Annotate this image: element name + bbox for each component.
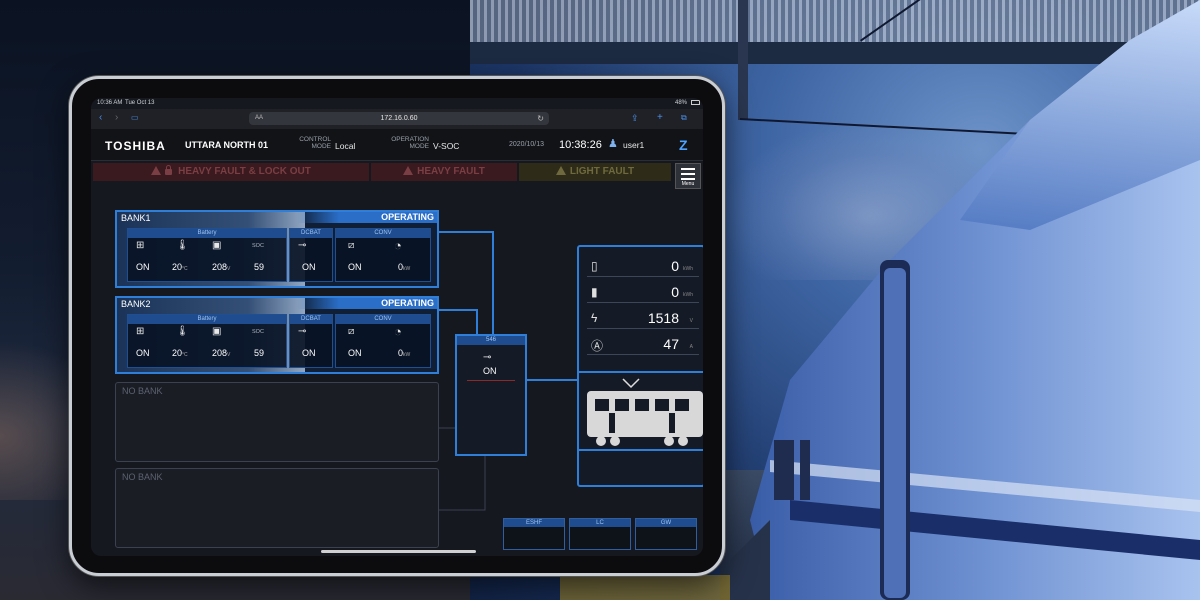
bank-panel[interactable]: BANK2 OPERATING Battery ⊞ 🌡 ▣ SOC ON 20°… — [115, 296, 439, 374]
bank-title: BANK2 — [121, 299, 151, 309]
battery-voltage: 208V — [212, 262, 231, 272]
hero-scene: 10:36 AM Tue Oct 13 48% ‹ › ▭ AA 172.16.… — [0, 0, 1200, 600]
breaker-icon: ⊸ — [298, 240, 307, 251]
conv-state: ON — [348, 262, 362, 272]
bank-status: OPERATING — [381, 298, 434, 308]
voltage-icon: ▣ — [212, 326, 222, 337]
battery-voltage: 208V — [212, 348, 231, 358]
converter-icon: ⧄ — [348, 240, 355, 251]
battery-soc: 59 — [254, 262, 265, 272]
bank-status: OPERATING — [381, 212, 434, 222]
tablet-screen: 10:36 AM Tue Oct 13 48% ‹ › ▭ AA 172.16.… — [91, 98, 703, 556]
empty-bank-slot: NO BANK — [115, 468, 439, 548]
switch-546-header: 546 — [457, 336, 525, 345]
eshf-box[interactable]: ESHF — [503, 518, 565, 550]
battery-cell: Battery ⊞ 🌡 ▣ SOC ON 20°C 208V 59 — [127, 314, 287, 368]
battery-temp: 20°C — [172, 262, 188, 272]
reading-current: Ⓐ 47 A — [587, 333, 699, 355]
bank-panel[interactable]: BANK1 OPERATING Battery ⊞ 🌡 ▣ SOC ON 20°… — [115, 210, 439, 288]
system-readings-panel: ▯ 0 kWh ▮ 0 kWh ϟ 1518 V Ⓐ 47 A — [577, 245, 703, 487]
train-icon — [587, 378, 703, 446]
train-diagram — [579, 371, 703, 451]
battery-discharge-icon: ▮ — [591, 285, 598, 299]
battery-state: ON — [136, 348, 150, 358]
battery-icon: ⊞ — [136, 240, 145, 251]
dcbat-state: ON — [302, 262, 316, 272]
thermometer-icon: 🌡 — [176, 240, 189, 251]
dcbat-cell: DCBAT ⊸ ON — [289, 314, 333, 368]
empty-bank-slot: NO BANK — [115, 382, 439, 462]
conv-power: 0kW — [398, 262, 411, 272]
reading-discharge: ▮ 0 kWh — [587, 281, 699, 303]
home-indicator[interactable] — [321, 550, 476, 553]
battery-state: ON — [136, 262, 150, 272]
dcbat-state: ON — [302, 348, 316, 358]
voltage-icon: ▣ — [212, 240, 222, 251]
battery-cell: Battery ⊞ 🌡 ▣ SOC ON 20°C 208V 59 — [127, 228, 287, 282]
conv-cell: CONV ⧄ ◔ ON 0kW — [335, 228, 431, 282]
conv-power: 0kW — [398, 348, 411, 358]
thermometer-icon: 🌡 — [176, 326, 189, 337]
gauge-icon: ◔ — [394, 238, 402, 253]
converter-icon: ⧄ — [348, 326, 355, 337]
conv-cell: CONV ⧄ ◔ ON 0kW — [335, 314, 431, 368]
switch-546-state: ON — [483, 366, 497, 376]
conv-state: ON — [348, 348, 362, 358]
battery-charge-icon: ▯ — [591, 259, 598, 273]
breaker-icon: ⊸ — [298, 326, 307, 337]
dcbat-cell: DCBAT ⊸ ON — [289, 228, 333, 282]
train-image — [730, 0, 1200, 600]
gw-box[interactable]: GW — [635, 518, 697, 550]
battery-soc: 59 — [254, 348, 265, 358]
battery-temp: 20°C — [172, 348, 188, 358]
reading-charge: ▯ 0 kWh — [587, 255, 699, 277]
lightning-icon: ϟ — [591, 311, 598, 325]
tablet-device: 10:36 AM Tue Oct 13 48% ‹ › ▭ AA 172.16.… — [69, 76, 725, 576]
lc-box[interactable]: LC — [569, 518, 631, 550]
gauge-icon: ◔ — [394, 324, 402, 339]
bank-title: BANK1 — [121, 213, 151, 223]
battery-icon: ⊞ — [136, 326, 145, 337]
ampere-icon: Ⓐ — [591, 339, 604, 353]
breaker-icon: ⊸ — [483, 352, 492, 363]
reading-voltage: ϟ 1518 V — [587, 307, 699, 329]
switch-546-panel[interactable]: 546 ⊸ ON — [455, 334, 527, 456]
